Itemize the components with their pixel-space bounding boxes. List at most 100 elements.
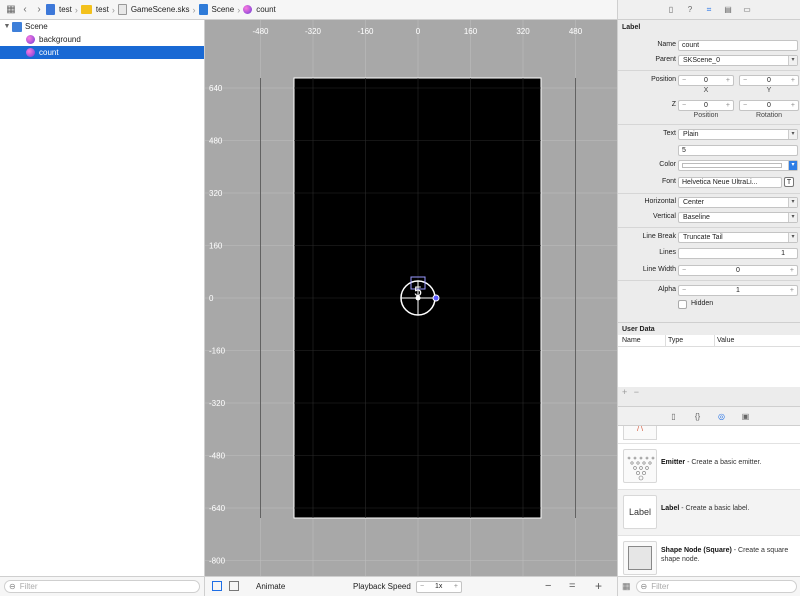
chevron-down-icon: ▾	[788, 233, 797, 242]
navigator-toggle-icon[interactable]	[212, 581, 222, 591]
user-data-table[interactable]	[618, 347, 800, 387]
scene-editor-canvas[interactable]: -480 -320 -160 0 160 320 480 640 480 320 160 0 -160…	[205, 20, 617, 576]
lines-label: Lines	[659, 249, 676, 256]
z-value: 0	[704, 102, 708, 109]
breadcrumb-project[interactable]: test	[59, 5, 72, 14]
code-snippet-icon[interactable]: {}	[693, 411, 703, 421]
vertical-value: Baseline	[683, 214, 710, 221]
playback-speed-stepper[interactable]: − 1x +	[416, 581, 462, 593]
z-stepper[interactable]: −0 +	[678, 100, 734, 111]
back-arrow-icon[interactable]: ‹	[18, 3, 32, 17]
attributes-inspector-icon[interactable]: ⌗	[704, 5, 714, 15]
color-well[interactable]: ▾	[678, 160, 798, 171]
linebreak-popup[interactable]: Truncate Tail ▾	[678, 232, 798, 243]
linebreak-label: Line Break	[642, 233, 676, 240]
position-x-stepper[interactable]: −0 +	[678, 75, 734, 86]
forward-arrow-icon[interactable]: ›	[32, 3, 46, 17]
library-item-shape-node[interactable]: Shape Node (Square) - Create a square sh…	[618, 536, 800, 576]
zoom-fit-icon[interactable]: =	[569, 580, 575, 592]
linewidth-stepper[interactable]: −0 +	[678, 265, 798, 276]
font-label: Font	[661, 178, 676, 185]
nav-item-scene[interactable]: ▼ Scene	[0, 20, 204, 33]
rotation-caption: Rotation	[755, 112, 783, 119]
position-x-value: 0	[704, 77, 708, 84]
parent-popup[interactable]: SKScene_0 ▾	[678, 55, 798, 66]
library-item-partial[interactable]: / \	[618, 426, 800, 444]
alpha-label: Alpha	[658, 286, 676, 293]
library-item-text: Shape Node (Square) - Create a square sh…	[661, 546, 797, 564]
square-shape-thumb-icon	[623, 541, 657, 575]
lines-field[interactable]: 1	[678, 248, 798, 259]
nav-item-label: count	[39, 48, 59, 57]
library-item-name: Shape Node (Square)	[661, 547, 732, 554]
breadcrumb-node[interactable]: count	[256, 5, 276, 14]
y-tick-label: 640	[209, 84, 223, 93]
divider	[618, 193, 800, 194]
rotation-stepper[interactable]: −0 +	[739, 100, 799, 111]
object-library: / \ Emitter - Create a basic emitter. La…	[618, 426, 800, 576]
zoom-out-icon[interactable]: −	[545, 580, 551, 592]
grid-view-icon[interactable]: ▦	[622, 581, 631, 592]
alpha-row: Alpha −1 +	[618, 285, 800, 297]
emitter-thumb-icon	[623, 449, 657, 483]
column-type[interactable]: Type	[668, 337, 683, 344]
horizontal-popup[interactable]: Center ▾	[678, 197, 798, 208]
library-item-name: Emitter	[661, 459, 686, 466]
nav-item-background[interactable]: background	[0, 33, 204, 46]
color-swatch	[682, 163, 782, 168]
breadcrumb-file[interactable]: GameScene.sks	[131, 5, 190, 14]
hidden-checkbox[interactable]	[678, 300, 687, 309]
y-caption: Y	[766, 87, 772, 94]
debug-toggle-icon[interactable]	[229, 581, 239, 591]
breadcrumb-scene[interactable]: Scene	[212, 5, 235, 14]
zoom-in-icon[interactable]: +	[595, 579, 602, 593]
scene-grid[interactable]: -480 -320 -160 0 160 320 480 640 480 320 160 0 -160…	[205, 20, 617, 576]
font-picker-icon[interactable]: T	[784, 177, 794, 187]
name-field[interactable]: count	[678, 40, 798, 51]
x-tick-label: -160	[357, 27, 374, 36]
help-icon[interactable]: ?	[685, 5, 695, 15]
breadcrumb-folder[interactable]: test	[96, 5, 109, 14]
animate-button[interactable]: Animate	[256, 582, 285, 591]
project-icon	[46, 4, 55, 15]
linebreak-value: Truncate Tail	[683, 234, 723, 241]
font-field[interactable]: Helvetica Neue UltraLi...	[678, 177, 782, 188]
remove-icon[interactable]: −	[634, 387, 639, 397]
object-library-icon[interactable]: ◎	[717, 411, 727, 421]
nav-item-count[interactable]: count	[0, 46, 204, 59]
file-inspector-icon[interactable]: ▯	[666, 5, 676, 15]
size-inspector-icon[interactable]: ▤	[723, 5, 733, 15]
z-rotation-row: Z −0 + −0 +	[618, 100, 800, 112]
y-tick-label: -480	[209, 452, 226, 461]
custom-class-icon[interactable]: ▭	[742, 5, 752, 15]
grid-icon[interactable]: ▦	[4, 3, 18, 17]
text-label: Text	[663, 130, 676, 137]
library-item-emitter[interactable]: Emitter - Create a basic emitter.	[618, 444, 800, 490]
y-tick-label: -160	[209, 347, 226, 356]
divider	[618, 124, 800, 125]
vertical-popup[interactable]: Baseline ▾	[678, 212, 798, 223]
text-mode-popup[interactable]: Plain ▾	[678, 129, 798, 140]
user-data-footer: + −	[618, 387, 800, 401]
alpha-stepper[interactable]: −1 +	[678, 285, 798, 296]
linebreak-row: Line Break Truncate Tail ▾	[618, 232, 800, 244]
library-item-label[interactable]: Label Label - Create a basic label.	[618, 490, 800, 536]
add-icon[interactable]: +	[622, 387, 627, 397]
scene-icon	[198, 4, 208, 15]
y-tick-label: 320	[209, 189, 223, 198]
disclosure-triangle-icon[interactable]: ▼	[2, 23, 12, 30]
library-item-text: Label - Create a basic label.	[661, 504, 797, 513]
media-library-icon[interactable]: ▣	[741, 411, 751, 421]
position-y-stepper[interactable]: −0 +	[739, 75, 799, 86]
column-name[interactable]: Name	[622, 337, 641, 344]
text-field[interactable]: 5	[678, 145, 798, 156]
library-filter-input[interactable]: ⊖ Filter	[635, 580, 797, 593]
position-y-value: 0	[767, 77, 771, 84]
column-value[interactable]: Value	[717, 337, 734, 344]
file-template-icon[interactable]: ▯	[669, 411, 679, 421]
x-tick-label: -320	[305, 27, 322, 36]
vertical-row: Vertical Baseline ▾	[618, 212, 800, 224]
y-tick-label: -640	[209, 504, 226, 513]
font-row: Font Helvetica Neue UltraLi... T	[618, 177, 800, 189]
navigator-filter-input[interactable]: ⊖ Filter	[4, 580, 200, 593]
